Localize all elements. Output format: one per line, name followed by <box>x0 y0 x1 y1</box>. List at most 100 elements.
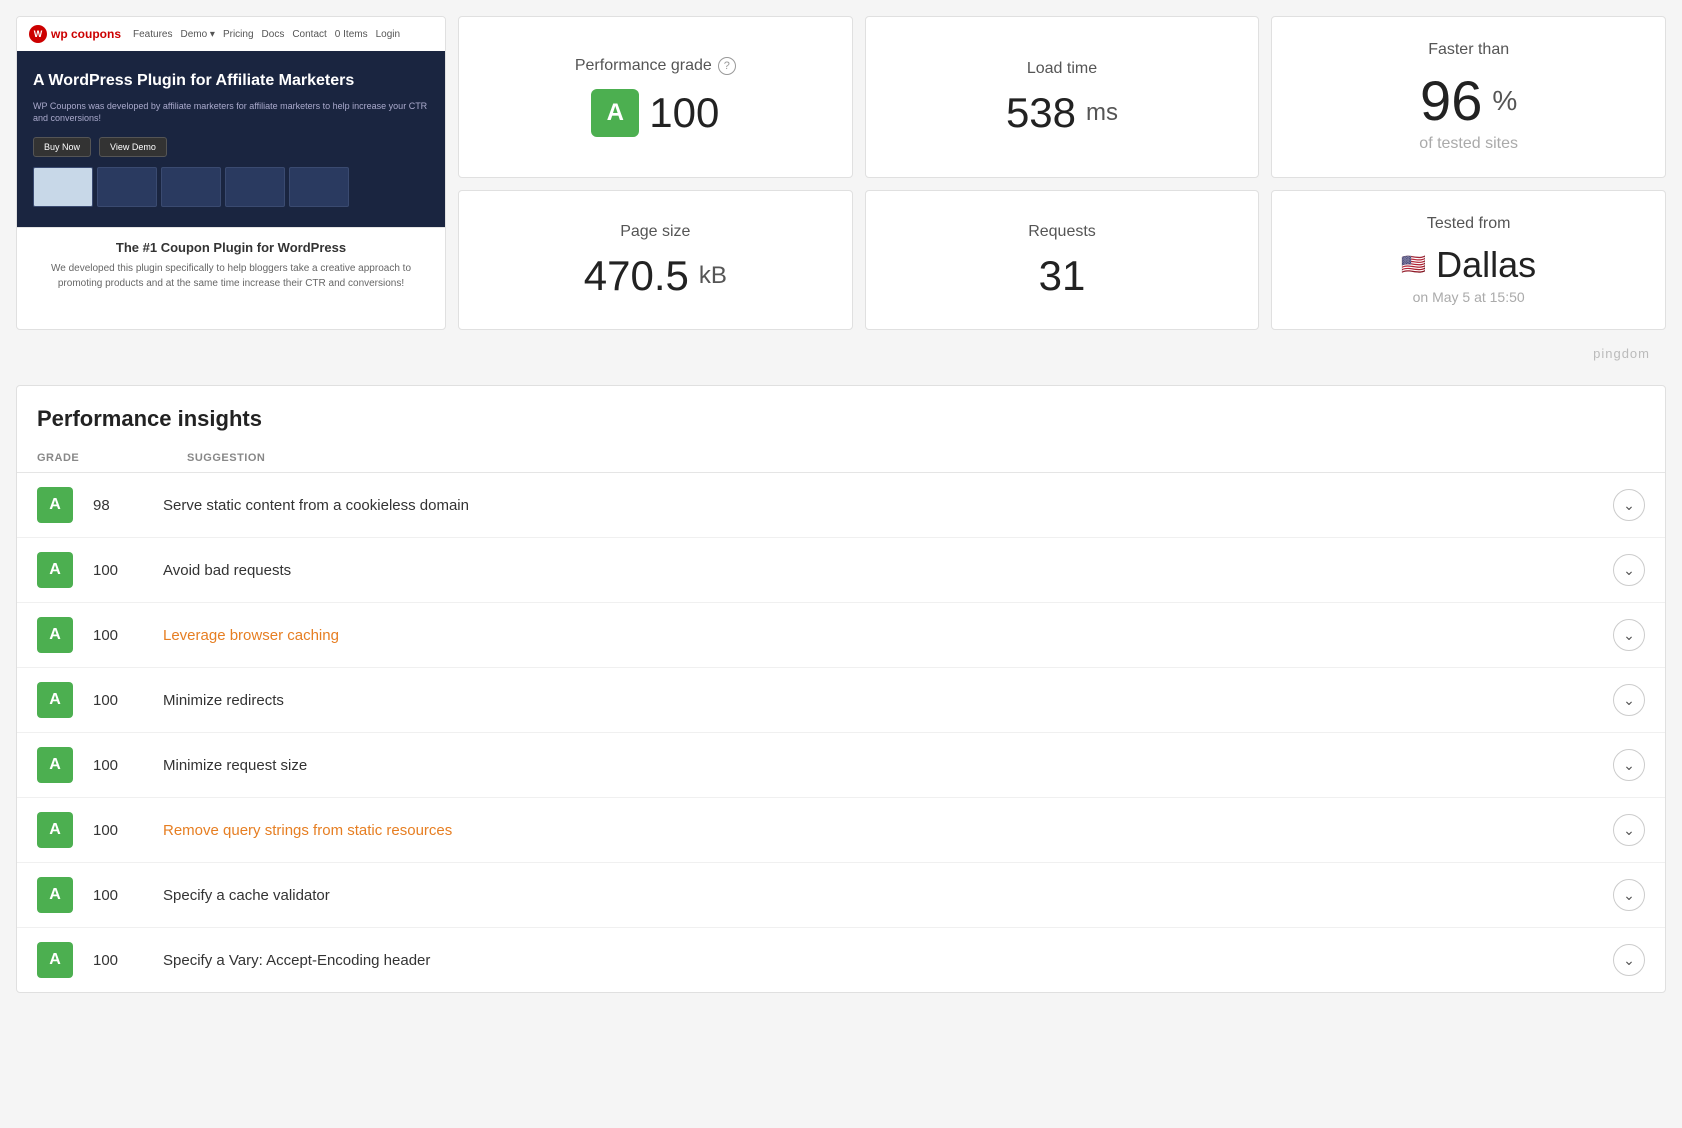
insight-grade-badge: A <box>37 812 73 848</box>
insight-grade-badge: A <box>37 487 73 523</box>
insights-table-header: GRADE SUGGESTION <box>17 444 1665 473</box>
load-time-label: Load time <box>1027 60 1097 78</box>
expand-button[interactable]: ⌄ <box>1613 619 1645 651</box>
preview-card: W wp coupons Features Demo ▾ Pricing Doc… <box>16 16 446 330</box>
expand-button[interactable]: ⌄ <box>1613 814 1645 846</box>
site-hero-title: A WordPress Plugin for Affiliate Markete… <box>33 71 429 92</box>
faster-than-value: 96 % <box>1420 73 1517 129</box>
insight-suggestion: Leverage browser caching <box>163 627 1593 644</box>
buy-now-button[interactable]: Buy Now <box>33 137 91 157</box>
expand-button[interactable]: ⌄ <box>1613 554 1645 586</box>
screenshot-thumb-2 <box>97 167 157 207</box>
view-demo-button[interactable]: View Demo <box>99 137 167 157</box>
performance-grade-label: Performance grade ? <box>575 57 736 75</box>
tested-from-label: Tested from <box>1427 215 1511 233</box>
screenshot-thumb-1 <box>33 167 93 207</box>
wp-logo: W wp coupons <box>29 25 121 43</box>
metrics-grid: Performance grade ? A 100 Load time 538 … <box>458 16 1666 330</box>
screenshot-thumb-5 <box>289 167 349 207</box>
requests-value: 31 <box>1039 255 1086 297</box>
faster-than-percent: % <box>1492 87 1517 115</box>
faster-than-sub: of tested sites <box>1419 135 1518 153</box>
preview-bottom-title: The #1 Coupon Plugin for WordPress <box>33 240 429 255</box>
nav-links: Features Demo ▾ Pricing Docs Contact 0 I… <box>133 29 400 40</box>
page-size-card: Page size 470.5 kB <box>458 190 853 330</box>
load-time-value: 538 ms <box>1006 92 1118 134</box>
hero-buttons: Buy Now View Demo <box>33 137 429 157</box>
tested-from-date: on May 5 at 15:50 <box>1413 289 1525 305</box>
insights-section: Performance insights GRADE SUGGESTION A … <box>16 385 1666 993</box>
load-time-card: Load time 538 ms <box>865 16 1260 178</box>
insight-grade-badge: A <box>37 552 73 588</box>
insight-suggestion: Specify a cache validator <box>163 887 1593 904</box>
tested-from-value: 🇺🇸 Dallas <box>1401 247 1536 283</box>
fake-nav: W wp coupons Features Demo ▾ Pricing Doc… <box>17 17 445 51</box>
screenshot-thumb-4 <box>225 167 285 207</box>
insight-score: 100 <box>93 822 143 839</box>
page-size-number: 470.5 <box>584 255 689 297</box>
requests-number: 31 <box>1039 255 1086 297</box>
expand-button[interactable]: ⌄ <box>1613 944 1645 976</box>
insights-rows: A 98 Serve static content from a cookiel… <box>17 473 1665 992</box>
performance-grade-value: A 100 <box>591 89 719 137</box>
score-column-header <box>117 452 167 464</box>
insight-suggestion: Serve static content from a cookieless d… <box>163 497 1593 514</box>
insight-suggestion: Minimize request size <box>163 757 1593 774</box>
table-row: A 100 Minimize redirects ⌄ <box>17 668 1665 733</box>
preview-bottom-description: We developed this plugin specifically to… <box>33 261 429 291</box>
table-row: A 100 Specify a cache validator ⌄ <box>17 863 1665 928</box>
insight-grade-badge: A <box>37 877 73 913</box>
site-hero: A WordPress Plugin for Affiliate Markete… <box>17 51 445 227</box>
insight-score: 100 <box>93 952 143 969</box>
expand-button[interactable]: ⌄ <box>1613 879 1645 911</box>
table-row: A 100 Leverage browser caching ⌄ <box>17 603 1665 668</box>
insight-score: 100 <box>93 692 143 709</box>
us-flag-icon: 🇺🇸 <box>1401 255 1426 275</box>
insight-score: 98 <box>93 497 143 514</box>
site-hero-description: WP Coupons was developed by affiliate ma… <box>33 100 429 125</box>
grade-column-header: GRADE <box>37 452 97 464</box>
table-row: A 100 Specify a Vary: Accept-Encoding he… <box>17 928 1665 992</box>
grade-badge: A <box>591 89 639 137</box>
page-size-value: 470.5 kB <box>584 255 727 297</box>
suggestion-column-header: SUGGESTION <box>187 452 1645 464</box>
insight-suggestion: Specify a Vary: Accept-Encoding header <box>163 952 1593 969</box>
requests-label: Requests <box>1028 223 1096 241</box>
expand-button[interactable]: ⌄ <box>1613 684 1645 716</box>
insight-grade-badge: A <box>37 682 73 718</box>
expand-button[interactable]: ⌄ <box>1613 749 1645 781</box>
site-name-label: wp coupons <box>51 27 121 41</box>
expand-button[interactable]: ⌄ <box>1613 489 1645 521</box>
page-size-label: Page size <box>620 223 690 241</box>
table-row: A 98 Serve static content from a cookiel… <box>17 473 1665 538</box>
hero-screenshots <box>33 167 429 207</box>
page-size-unit: kB <box>699 264 727 288</box>
performance-grade-card: Performance grade ? A 100 <box>458 16 853 178</box>
preview-text-section: The #1 Coupon Plugin for WordPress We de… <box>17 227 445 303</box>
insight-score: 100 <box>93 757 143 774</box>
tested-from-city: Dallas <box>1436 247 1536 283</box>
load-time-number: 538 <box>1006 92 1076 134</box>
insights-title: Performance insights <box>17 386 1665 444</box>
insight-suggestion: Remove query strings from static resourc… <box>163 822 1593 839</box>
insight-suggestion: Avoid bad requests <box>163 562 1593 579</box>
insight-score: 100 <box>93 887 143 904</box>
faster-than-number: 96 <box>1420 73 1482 129</box>
performance-score: 100 <box>649 92 719 134</box>
main-container: W wp coupons Features Demo ▾ Pricing Doc… <box>0 0 1682 1009</box>
insight-grade-badge: A <box>37 747 73 783</box>
wp-logo-icon: W <box>29 25 47 43</box>
insight-grade-badge: A <box>37 617 73 653</box>
requests-card: Requests 31 <box>865 190 1260 330</box>
pingdom-brand: pingdom <box>16 342 1666 369</box>
screenshot-thumb-3 <box>161 167 221 207</box>
table-row: A 100 Minimize request size ⌄ <box>17 733 1665 798</box>
insight-suggestion: Minimize redirects <box>163 692 1593 709</box>
help-icon[interactable]: ? <box>718 57 736 75</box>
load-time-unit: ms <box>1086 101 1118 125</box>
top-section: W wp coupons Features Demo ▾ Pricing Doc… <box>16 16 1666 330</box>
faster-than-card: Faster than 96 % of tested sites <box>1271 16 1666 178</box>
insight-grade-badge: A <box>37 942 73 978</box>
table-row: A 100 Avoid bad requests ⌄ <box>17 538 1665 603</box>
insight-score: 100 <box>93 627 143 644</box>
